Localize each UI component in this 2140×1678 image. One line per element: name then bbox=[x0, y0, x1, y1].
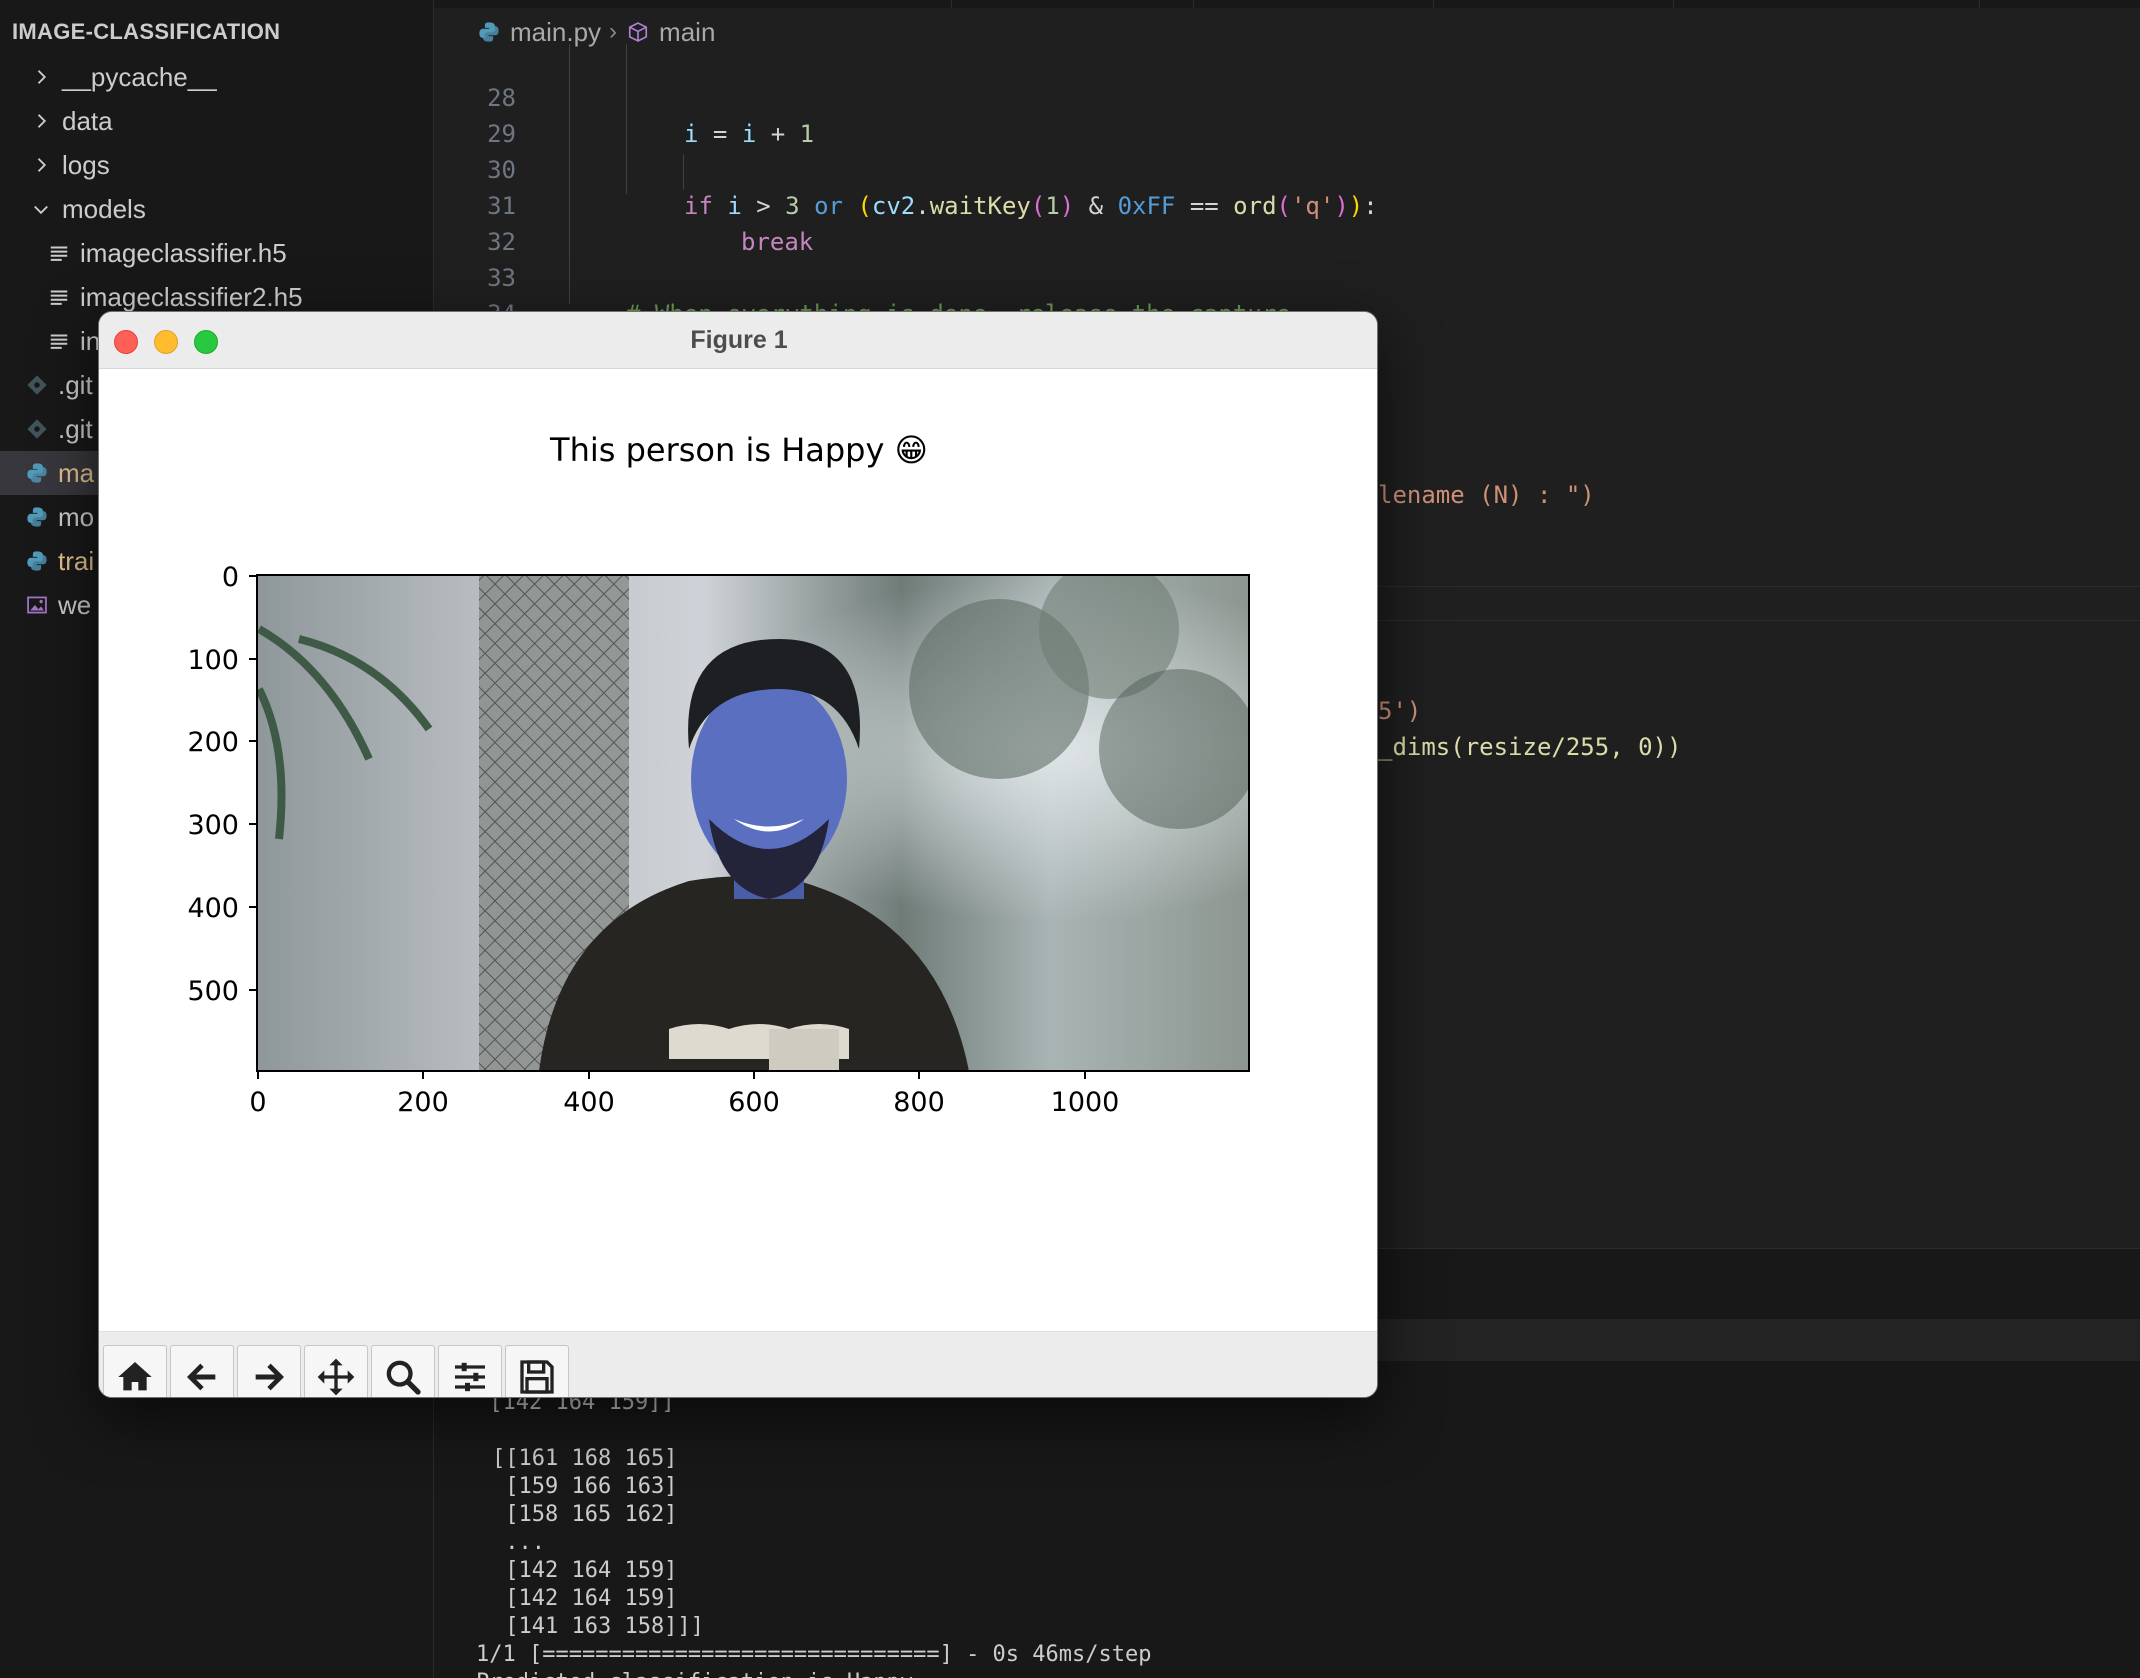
forward-icon bbox=[255, 1363, 284, 1391]
code-line: 29 bbox=[434, 80, 2140, 148]
code-fragment: lename (N) : ") bbox=[1378, 481, 1595, 509]
terminal-line: [142 164 159] bbox=[492, 1558, 678, 1583]
home-icon bbox=[118, 1362, 152, 1391]
tree-item-label: logs bbox=[62, 149, 110, 180]
save-icon bbox=[520, 1360, 554, 1394]
code-line: 32 bbox=[434, 188, 2140, 256]
code-fragment: 5') bbox=[1378, 697, 1422, 725]
tree-item-label: data bbox=[62, 105, 113, 136]
code-line: 30 if i > 3 or (cv2.waitKey(1) & 0xFF ==… bbox=[434, 116, 2140, 220]
terminal-line: [159 166 163] bbox=[492, 1474, 678, 1499]
tree-item-label: ma bbox=[58, 457, 95, 488]
back-icon bbox=[187, 1363, 216, 1391]
git-diamond-icon bbox=[24, 416, 50, 442]
chevron-right-icon: › bbox=[609, 18, 618, 45]
terminal-line: Predicted classification is Happy bbox=[476, 1669, 913, 1678]
y-tick-label: 400 bbox=[187, 893, 239, 924]
tree-item-pycache[interactable]: __pycache__ bbox=[0, 55, 434, 99]
tree-item-label: .git bbox=[58, 413, 93, 444]
tree-item-label: models bbox=[62, 193, 146, 224]
python-file-icon bbox=[24, 460, 50, 486]
code-line: 28 i = i + 1 bbox=[434, 44, 2140, 148]
tree-item-label: .git bbox=[58, 369, 93, 400]
tree-item-label: imageclassifier2.h5 bbox=[80, 281, 303, 312]
tree-item-label: we bbox=[58, 589, 92, 620]
plot-svg: This person is Happy 😁 0 100 200 300 400… bbox=[187, 431, 1250, 1118]
terminal-line: 1/1 [==============================] - 0… bbox=[476, 1642, 1152, 1667]
tree-item-imageclassifier-h5[interactable]: imageclassifier.h5 bbox=[0, 231, 434, 275]
tree-item-label: __pycache__ bbox=[62, 61, 217, 92]
navigation-toolbar bbox=[99, 1331, 1377, 1397]
y-tick-label: 200 bbox=[187, 727, 239, 758]
tree-item-label: imageclassifier.h5 bbox=[80, 237, 287, 268]
tree-item-label: trai bbox=[58, 545, 95, 576]
file-lines-icon bbox=[46, 284, 72, 310]
terminal-line: [141 163 158]]] bbox=[492, 1614, 704, 1639]
python-file-icon bbox=[24, 504, 50, 530]
tree-item-logs[interactable]: logs bbox=[0, 143, 434, 187]
python-file-icon bbox=[476, 19, 502, 45]
git-diamond-icon bbox=[24, 372, 50, 398]
y-tick-label: 100 bbox=[187, 645, 239, 676]
window-title: Figure 1 bbox=[690, 326, 788, 354]
x-tick-label: 1000 bbox=[1051, 1087, 1120, 1118]
chevron-right-icon bbox=[30, 110, 52, 132]
x-tick-label: 400 bbox=[563, 1087, 615, 1118]
zoom-rect-button[interactable] bbox=[371, 1345, 435, 1397]
x-tick-label: 0 bbox=[249, 1087, 266, 1118]
file-lines-icon bbox=[46, 240, 72, 266]
configure-subplots-icon bbox=[455, 1362, 485, 1392]
chevron-right-icon bbox=[30, 66, 52, 88]
figure-canvas[interactable]: This person is Happy 😁 0 100 200 300 400… bbox=[99, 369, 1377, 1331]
save-button[interactable] bbox=[505, 1345, 569, 1397]
editor-divider bbox=[1378, 586, 2140, 587]
pan-icon bbox=[317, 1358, 355, 1396]
terminal-line: [[161 168 165] bbox=[492, 1446, 678, 1471]
python-file-icon bbox=[24, 548, 50, 574]
code-fragment: _dims(resize/255, 0)) bbox=[1378, 733, 1682, 761]
window-titlebar[interactable]: Figure 1 bbox=[99, 312, 1377, 369]
tree-item-models[interactable]: models bbox=[0, 187, 434, 231]
code-line: 31 break bbox=[434, 152, 2140, 256]
pan-button[interactable] bbox=[304, 1345, 368, 1397]
classified-image bbox=[257, 575, 1249, 1071]
breadcrumb-symbol[interactable]: main bbox=[659, 17, 715, 48]
terminal-line: [142 164 159] bbox=[492, 1586, 678, 1611]
tree-item-data[interactable]: data bbox=[0, 99, 434, 143]
forward-button[interactable] bbox=[237, 1345, 301, 1397]
file-lines-icon bbox=[46, 328, 72, 354]
explorer-root-folder[interactable]: IMAGE-CLASSIFICATION bbox=[4, 14, 281, 52]
code-line: 33 # When everything is done, release th… bbox=[434, 224, 2140, 328]
y-tick-label: 500 bbox=[187, 976, 239, 1007]
terminal-line: [158 165 162] bbox=[492, 1502, 678, 1527]
chevron-down-icon bbox=[30, 198, 52, 220]
x-tick-label: 200 bbox=[397, 1087, 449, 1118]
tree-item-label: mo bbox=[58, 501, 95, 532]
cube-icon bbox=[625, 19, 651, 45]
zoom-icon bbox=[386, 1360, 421, 1395]
breadcrumb-file[interactable]: main.py bbox=[510, 17, 601, 48]
root-folder-label: IMAGE-CLASSIFICATION bbox=[12, 19, 281, 44]
configure-subplots-button[interactable] bbox=[438, 1345, 502, 1397]
editor-divider bbox=[1378, 620, 2140, 621]
home-button[interactable] bbox=[103, 1345, 167, 1397]
image-file-icon bbox=[24, 592, 50, 618]
x-tick-label: 600 bbox=[728, 1087, 780, 1118]
y-tick-label: 300 bbox=[187, 810, 239, 841]
x-tick-label: 800 bbox=[893, 1087, 945, 1118]
back-button[interactable] bbox=[170, 1345, 234, 1397]
tab-strip bbox=[434, 0, 2140, 8]
chevron-right-icon bbox=[30, 154, 52, 176]
figure-window[interactable]: Figure 1 This person is Happy 😁 0 100 20… bbox=[98, 311, 1378, 1398]
code-line: 34 cap.release() bbox=[434, 260, 2140, 364]
y-tick-label: 0 bbox=[222, 562, 239, 593]
terminal-line: ... bbox=[492, 1530, 545, 1555]
plot-title: This person is Happy 😁 bbox=[549, 431, 928, 469]
